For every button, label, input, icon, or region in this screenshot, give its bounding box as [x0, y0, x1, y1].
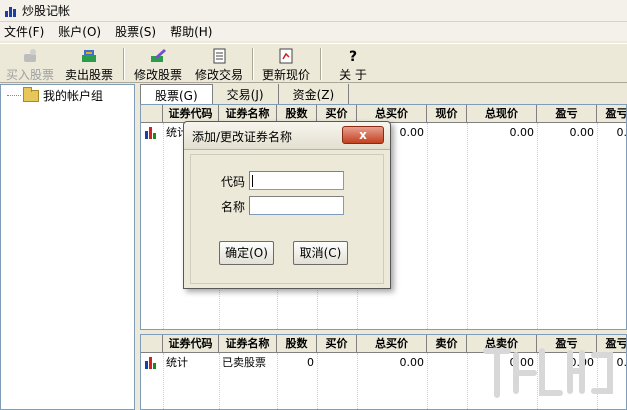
- cell-total-buy: 0.00: [399, 356, 425, 369]
- buy-stock-button[interactable]: 买入股票: [4, 46, 56, 82]
- grid-line: [277, 353, 278, 409]
- cell-shares: 0: [307, 356, 314, 369]
- tab-funds[interactable]: 资金(Z): [279, 84, 350, 104]
- edit-stock-label: 修改股票: [133, 68, 182, 82]
- cancel-button[interactable]: 取消(C): [293, 241, 348, 265]
- col-total-buy[interactable]: 总买价: [357, 335, 427, 353]
- col-profit-2[interactable]: 盈亏: [597, 105, 627, 123]
- grid-line: [219, 353, 220, 409]
- grid-line: [537, 123, 538, 329]
- tree-node-my-accounts[interactable]: 我的帐户组: [7, 86, 104, 104]
- update-price-icon: [279, 48, 293, 64]
- name-input[interactable]: [249, 196, 344, 215]
- menu-bar: 文件(F) 账户(O) 股票(S) 帮助(H): [0, 22, 627, 41]
- cell-code: 统计: [166, 356, 188, 369]
- grid-line: [163, 353, 164, 409]
- grid-line: [427, 353, 428, 409]
- toolbar-separator: [123, 48, 125, 80]
- code-label: 代码: [221, 175, 246, 189]
- menu-stock[interactable]: 股票(S): [115, 23, 156, 40]
- cell-buy-price: [317, 354, 357, 372]
- grid-line: [427, 123, 428, 329]
- grid-line: [597, 123, 598, 329]
- buy-stock-icon: [24, 49, 36, 62]
- edit-stock-icon: [151, 49, 166, 62]
- cell-name: 已卖股票: [222, 356, 266, 369]
- sell-stock-button[interactable]: 卖出股票: [62, 46, 116, 82]
- sell-stock-label: 卖出股票: [64, 68, 113, 82]
- text-caret: [252, 175, 253, 187]
- about-button[interactable]: ? 关 于: [330, 46, 376, 82]
- update-price-label: 更新现价: [261, 68, 310, 82]
- menu-help[interactable]: 帮助(H): [170, 23, 212, 40]
- account-tree[interactable]: 我的帐户组: [0, 84, 135, 410]
- cell-profit-2: 0.0: [616, 126, 627, 139]
- col-sell-price[interactable]: 卖价: [427, 335, 467, 353]
- col-shares[interactable]: 股数: [277, 335, 317, 353]
- code-input[interactable]: [249, 171, 344, 190]
- cell-total-current: 0.00: [509, 126, 535, 139]
- name-label: 名称: [221, 200, 246, 214]
- col-profit[interactable]: 盈亏: [537, 105, 597, 123]
- cell-profit: 0.00: [569, 126, 595, 139]
- menu-file[interactable]: 文件(F): [4, 23, 44, 40]
- buy-stock-label: 买入股票: [5, 68, 54, 82]
- tab-stocks[interactable]: 股票(G): [140, 84, 213, 104]
- row-header-corner: [141, 105, 163, 123]
- folder-icon: [23, 86, 39, 102]
- edit-trade-icon: [213, 48, 226, 64]
- cell-current-price: [427, 124, 467, 142]
- col-total-current[interactable]: 总现价: [467, 105, 537, 123]
- toolbar-separator: [320, 48, 322, 80]
- watermark-logo: [483, 348, 613, 398]
- dialog-body: 代码 名称 确定(O) 取消(C): [190, 154, 384, 284]
- edit-stock-button[interactable]: 修改股票: [131, 46, 185, 82]
- window-title: 炒股记帐: [22, 4, 71, 18]
- col-buy-price[interactable]: 买价: [317, 335, 357, 353]
- close-icon[interactable]: x: [342, 126, 384, 144]
- col-current-price[interactable]: 现价: [427, 105, 467, 123]
- ok-button[interactable]: 确定(O): [219, 241, 274, 265]
- row-chart-icon: [141, 354, 163, 372]
- edit-trade-button[interactable]: 修改交易: [191, 46, 247, 82]
- edit-trade-label: 修改交易: [194, 68, 243, 82]
- grid-line: [467, 123, 468, 329]
- about-icon: ?: [349, 49, 357, 64]
- svg-text:?: ?: [349, 49, 357, 64]
- edit-security-dialog[interactable]: 添加/更改证券名称 x 代码 名称 确定(O) 取消(C): [183, 121, 391, 289]
- col-code[interactable]: 证券代码: [163, 335, 219, 353]
- toolbar-separator: [252, 48, 254, 80]
- tree-node-label: 我的帐户组: [43, 89, 104, 103]
- update-price-button[interactable]: 更新现价: [259, 46, 313, 82]
- row-header-corner: [141, 335, 163, 353]
- grid-line: [467, 353, 468, 409]
- title-bar: 炒股记帐: [0, 0, 627, 22]
- tab-trades[interactable]: 交易(J): [213, 84, 279, 104]
- sell-stock-icon: [82, 50, 96, 62]
- grid-line: [317, 353, 318, 409]
- tab-bar: 股票(G) 交易(J) 资金(Z): [140, 84, 350, 104]
- about-label: 关 于: [339, 68, 367, 82]
- toolbar: 买入股票 卖出股票 修改股票 修改交易 更新现价 ? 关 于: [0, 43, 627, 83]
- tree-connector: [7, 95, 21, 96]
- row-chart-icon: [141, 124, 163, 142]
- menu-account[interactable]: 账户(O): [58, 23, 101, 40]
- col-name[interactable]: 证券名称: [219, 335, 277, 353]
- app-chart-icon: [4, 4, 18, 18]
- cell-sell-price: [427, 354, 467, 372]
- grid-line: [163, 123, 164, 329]
- grid-line: [357, 353, 358, 409]
